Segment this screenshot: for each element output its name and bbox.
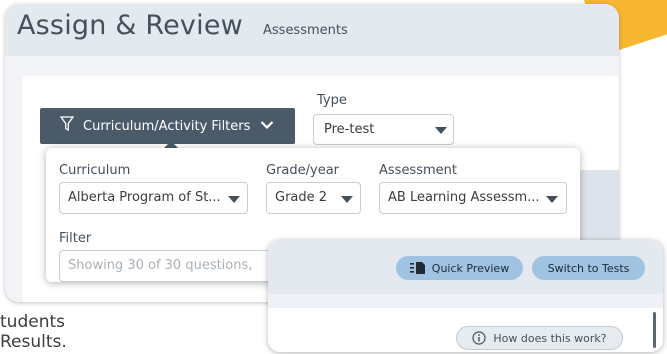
- filters-toggle-label: Curriculum/Activity Filters: [83, 118, 251, 134]
- background-text-line: tudents: [0, 312, 65, 332]
- how-does-this-work-label: How does this work?: [493, 331, 607, 345]
- type-select[interactable]: Pre-test: [313, 114, 454, 145]
- assessment-select[interactable]: AB Learning Assessm...: [379, 182, 567, 214]
- caret-down-icon: [341, 196, 353, 203]
- info-icon: [472, 331, 486, 345]
- caret-down-icon: [546, 196, 558, 203]
- page-header: Assign & Review Assessments: [5, 4, 619, 56]
- assessment-select-value: AB Learning Assessm...: [388, 190, 540, 205]
- curriculum-select-value: Alberta Program of St...: [68, 190, 221, 205]
- caret-down-icon: [435, 127, 447, 134]
- document-icon: [409, 262, 426, 274]
- chevron-down-icon: [260, 119, 274, 134]
- assessment-label: Assessment: [379, 163, 457, 178]
- how-does-this-work-button[interactable]: How does this work?: [456, 326, 623, 350]
- grade-select-value: Grade 2: [275, 190, 328, 205]
- caret-down-icon: [228, 196, 240, 203]
- quick-preview-label: Quick Preview: [431, 261, 510, 275]
- type-label: Type: [317, 93, 347, 108]
- quick-preview-button[interactable]: Quick Preview: [396, 256, 523, 280]
- filter-label: Filter: [59, 231, 92, 246]
- grade-label: Grade/year: [266, 163, 340, 178]
- preview-popup: Quick Preview Switch to Tests How does t…: [268, 240, 663, 352]
- filter-input-placeholder: Showing 30 of 30 questions,: [68, 258, 253, 273]
- popup-band: [268, 294, 663, 308]
- filter-icon: [59, 116, 75, 136]
- type-select-value: Pre-test: [324, 122, 375, 137]
- switch-to-tests-button[interactable]: Switch to Tests: [532, 256, 645, 280]
- grade-select[interactable]: Grade 2: [266, 182, 361, 214]
- page-title: Assign & Review: [17, 10, 243, 41]
- curriculum-filters-toggle-button[interactable]: Curriculum/Activity Filters: [40, 108, 295, 144]
- curriculum-label: Curriculum: [59, 163, 131, 178]
- background-text-line: Results.: [0, 332, 67, 352]
- switch-to-tests-label: Switch to Tests: [547, 261, 630, 275]
- page-subtitle: Assessments: [263, 23, 348, 38]
- filter-input[interactable]: Showing 30 of 30 questions,: [59, 250, 289, 282]
- scrollbar[interactable]: [653, 312, 656, 348]
- curriculum-select[interactable]: Alberta Program of St...: [59, 182, 248, 214]
